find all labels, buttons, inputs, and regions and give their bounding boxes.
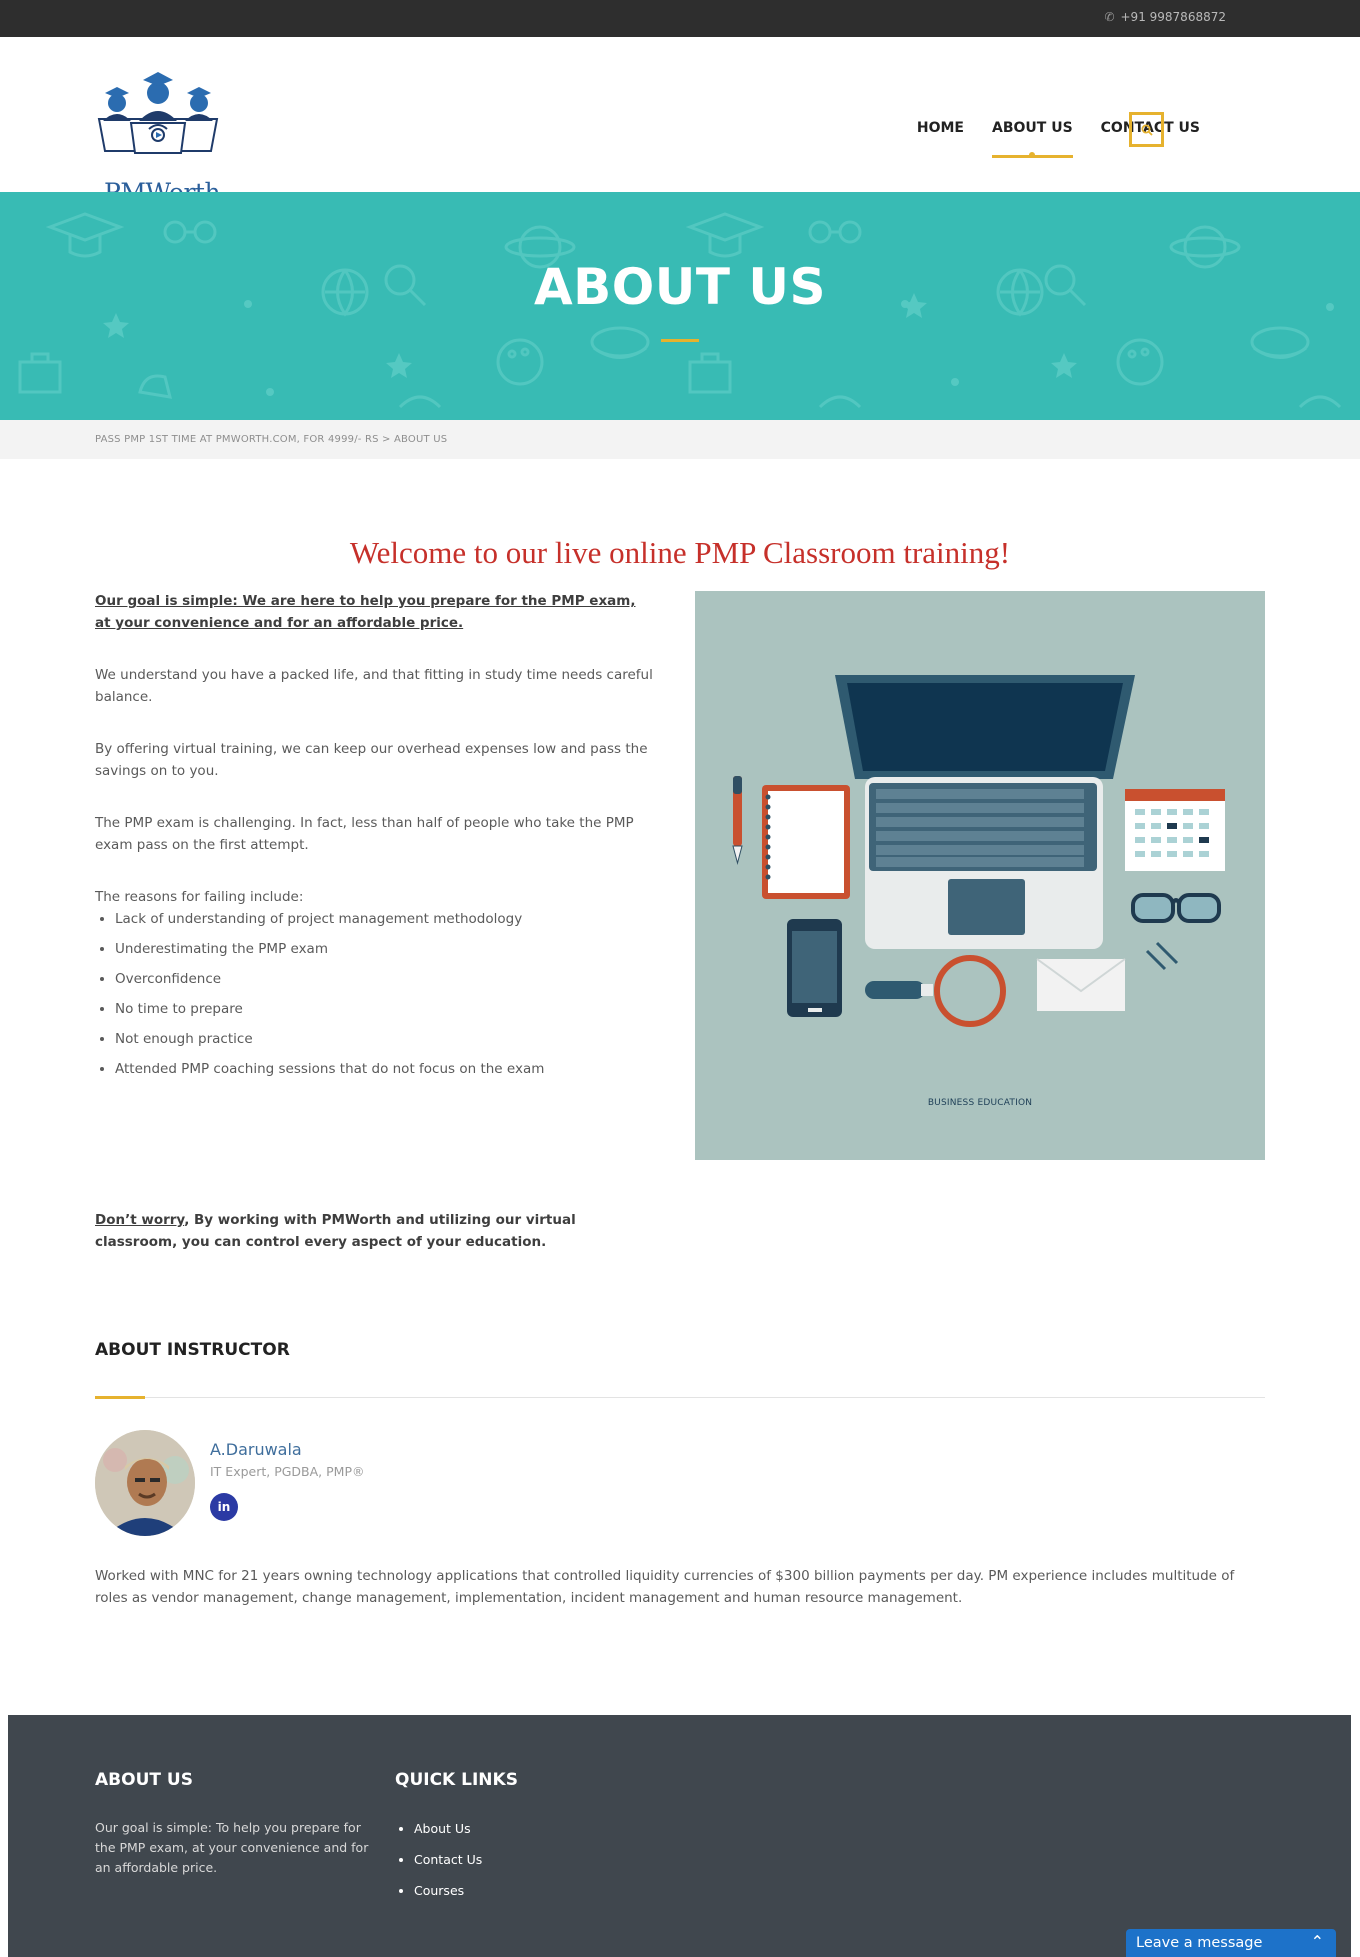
footer-quick-links: About Us Contact Us Courses [414, 1818, 482, 1911]
nav-home[interactable]: HOME [917, 120, 964, 158]
search-icon [1141, 124, 1153, 136]
footer-about-text: Our goal is simple: To help you prepare … [95, 1820, 369, 1875]
reasons-intro: The reasons for failing include: [95, 889, 304, 905]
breadcrumb: PASS PMP 1ST TIME AT PMWORTH.COM, FOR 49… [0, 420, 1360, 459]
section-divider [95, 1397, 1265, 1398]
top-bar: ✆ +91 9987868872 [0, 0, 1360, 37]
title-underline [661, 339, 699, 342]
phone-icon: ✆ [1104, 10, 1115, 24]
footer-quick-links-heading: QUICK LINKS [395, 1770, 518, 1790]
goal-statement: Our goal is simple: We are here to help … [95, 593, 636, 631]
business-education-illustration: BUSINESS EDUCATION [695, 591, 1265, 1160]
instructor-name[interactable]: A.Daruwala [210, 1440, 302, 1459]
page-hero: ABOUT US [0, 192, 1360, 420]
illustration-caption: BUSINESS EDUCATION [928, 1098, 1032, 1108]
instructor-avatar [95, 1430, 195, 1536]
about-instructor-heading: ABOUT INSTRUCTOR [95, 1340, 290, 1360]
list-item: Underestimating the PMP exam [115, 938, 655, 968]
list-item: Overconfidence [115, 968, 655, 998]
footer-link-courses[interactable]: Courses [414, 1880, 482, 1911]
list-item: Attended PMP coaching sessions that do n… [115, 1058, 655, 1088]
welcome-heading: Welcome to our live online PMP Classroom… [349, 535, 1011, 570]
list-item: Not enough practice [115, 1028, 655, 1058]
breadcrumb-text[interactable]: PASS PMP 1ST TIME AT PMWORTH.COM, FOR 49… [95, 434, 447, 445]
dont-worry-lead: Don’t worry [95, 1212, 185, 1228]
paragraph-busy-life: We understand you have a packed life, an… [95, 667, 653, 705]
footer-about-heading: ABOUT US [95, 1770, 193, 1790]
search-button[interactable] [1129, 112, 1164, 147]
page-title: ABOUT US [533, 258, 827, 316]
site-header: PMWorth HOME ABOUT US CONTACT US [0, 37, 1360, 207]
dont-worry-statement: Don’t worry, By working with PMWorth and… [95, 1209, 655, 1253]
paragraph-virtual-training: By offering virtual training, we can kee… [95, 741, 648, 779]
linkedin-icon[interactable]: in [210, 1493, 238, 1521]
reasons-list: Lack of understanding of project managem… [115, 908, 655, 1088]
desk-illustration: BUSINESS EDUCATION [732, 675, 1225, 1108]
list-item: Lack of understanding of project managem… [115, 908, 655, 938]
footer-link-contact-us[interactable]: Contact Us [414, 1849, 482, 1880]
leave-a-message-chat-widget[interactable]: Leave a message ⌃ [1126, 1929, 1336, 1957]
paragraph-exam-challenging: The PMP exam is challenging. In fact, le… [95, 815, 634, 853]
section-divider-accent [95, 1396, 145, 1399]
chevron-up-icon[interactable]: ⌃ [1311, 1932, 1324, 1951]
chat-widget-label: Leave a message [1136, 1935, 1263, 1951]
nav-about-us[interactable]: ABOUT US [992, 120, 1073, 158]
phone-number: +91 9987868872 [1120, 10, 1227, 24]
phone-contact[interactable]: ✆ +91 9987868872 [1104, 10, 1226, 24]
list-item: No time to prepare [115, 998, 655, 1028]
pmworth-logo[interactable] [95, 65, 221, 171]
instructor-bio: Worked with MNC for 21 years owning tech… [95, 1568, 1235, 1606]
footer-link-about-us[interactable]: About Us [414, 1818, 482, 1849]
instructor-credentials: IT Expert, PGDBA, PMP® [210, 1464, 365, 1479]
